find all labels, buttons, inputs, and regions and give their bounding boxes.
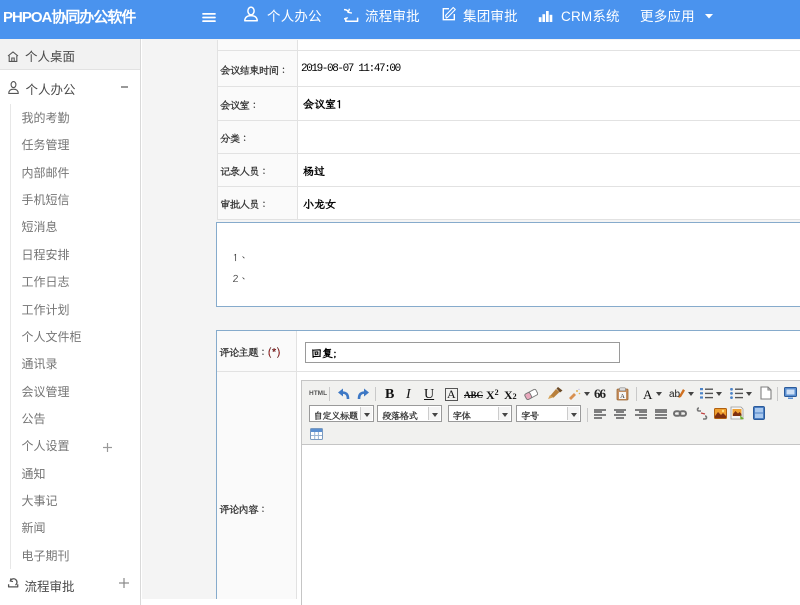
svg-text:A: A	[620, 393, 625, 400]
svg-text:ab: ab	[669, 389, 681, 400]
